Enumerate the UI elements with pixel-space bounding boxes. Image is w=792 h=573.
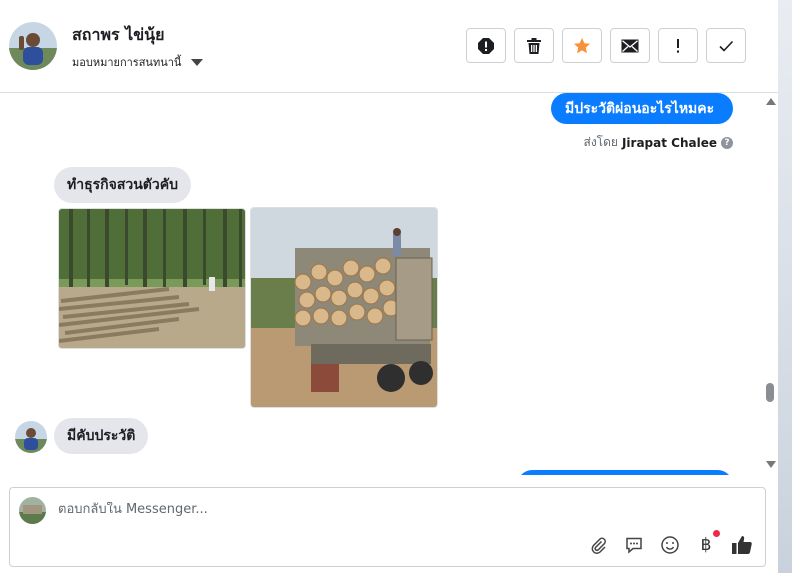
baht-icon: ฿ (700, 535, 712, 555)
exclamation-icon (677, 38, 679, 53)
assign-label: มอบหมายการสนทนานี้ (72, 56, 182, 69)
alert-circle-icon (478, 37, 494, 54)
delete-button[interactable] (514, 28, 554, 63)
message-bubble-icon (626, 537, 642, 554)
message-thread[interactable]: มีประวัติผ่อนอะไรไหมคะ ส่งโดย Jirapat Ch… (0, 93, 778, 475)
conversation-header: สถาพร ไข่นุ้ย มอบหมายการสนทนานี้ (0, 0, 778, 93)
thumbs-up-icon (732, 536, 752, 554)
incoming-message[interactable]: ทำธุรกิจสวนตัวคับ (54, 167, 192, 203)
reply-input[interactable] (58, 502, 738, 517)
sent-by-name: Jirapat Chalee (621, 135, 717, 150)
star-button[interactable] (562, 28, 602, 63)
window-edge (778, 0, 792, 573)
assign-conversation-dropdown[interactable]: มอบหมายการสนทนานี้ (72, 53, 204, 71)
caret-down-icon (191, 58, 204, 66)
saved-replies-button[interactable] (623, 534, 645, 556)
composer-tools: ฿ (587, 530, 753, 556)
thread-scrollbar[interactable] (762, 93, 778, 475)
outgoing-message[interactable]: มีประวัติผ่อนอะไรไหมคะ (551, 93, 733, 124)
message-photo-truck[interactable] (250, 207, 438, 408)
incoming-message[interactable]: มีคับประวัติ (54, 418, 149, 454)
envelope-icon (621, 39, 639, 52)
contact-name[interactable]: สถาพร ไข่นุ้ย (72, 23, 164, 48)
payment-button[interactable]: ฿ (695, 530, 720, 556)
emoji-button[interactable] (659, 534, 681, 556)
trash-icon (527, 37, 541, 54)
truck-photo-image (251, 208, 437, 407)
smiley-icon (661, 536, 679, 554)
plantation-photo-image (59, 209, 245, 348)
spam-button[interactable] (466, 28, 506, 63)
scroll-up-arrow-icon[interactable] (766, 98, 776, 105)
outgoing-message-text: มีประวัติผ่อนอะไรไหมคะ (565, 100, 715, 117)
contact-avatar[interactable] (9, 22, 57, 70)
help-icon[interactable]: ? (721, 136, 733, 149)
reply-composer: ฿ (9, 487, 766, 567)
notification-dot (713, 530, 720, 537)
like-button[interactable] (731, 534, 753, 556)
outgoing-message-partial[interactable] (517, 470, 733, 475)
scroll-down-arrow-icon[interactable] (766, 461, 776, 468)
incoming-message-text: ทำธุรกิจสวนตัวคับ (67, 177, 179, 193)
mark-done-button[interactable] (706, 28, 746, 63)
page-avatar (19, 497, 46, 524)
follow-up-button[interactable] (658, 28, 698, 63)
mark-unread-button[interactable] (610, 28, 650, 63)
checkmark-icon (719, 40, 734, 52)
header-actions (466, 28, 746, 63)
attach-button[interactable] (587, 534, 609, 556)
sent-by-prefix: ส่งโดย (583, 135, 618, 149)
paperclip-icon (591, 537, 606, 554)
star-icon (574, 37, 590, 53)
sender-avatar[interactable] (15, 421, 47, 453)
incoming-message-text: มีคับประวัติ (67, 428, 136, 444)
scroll-thumb[interactable] (766, 383, 774, 402)
message-photo-plantation[interactable] (58, 208, 246, 349)
sent-by-line: ส่งโดย Jirapat Chalee ? (583, 133, 733, 152)
